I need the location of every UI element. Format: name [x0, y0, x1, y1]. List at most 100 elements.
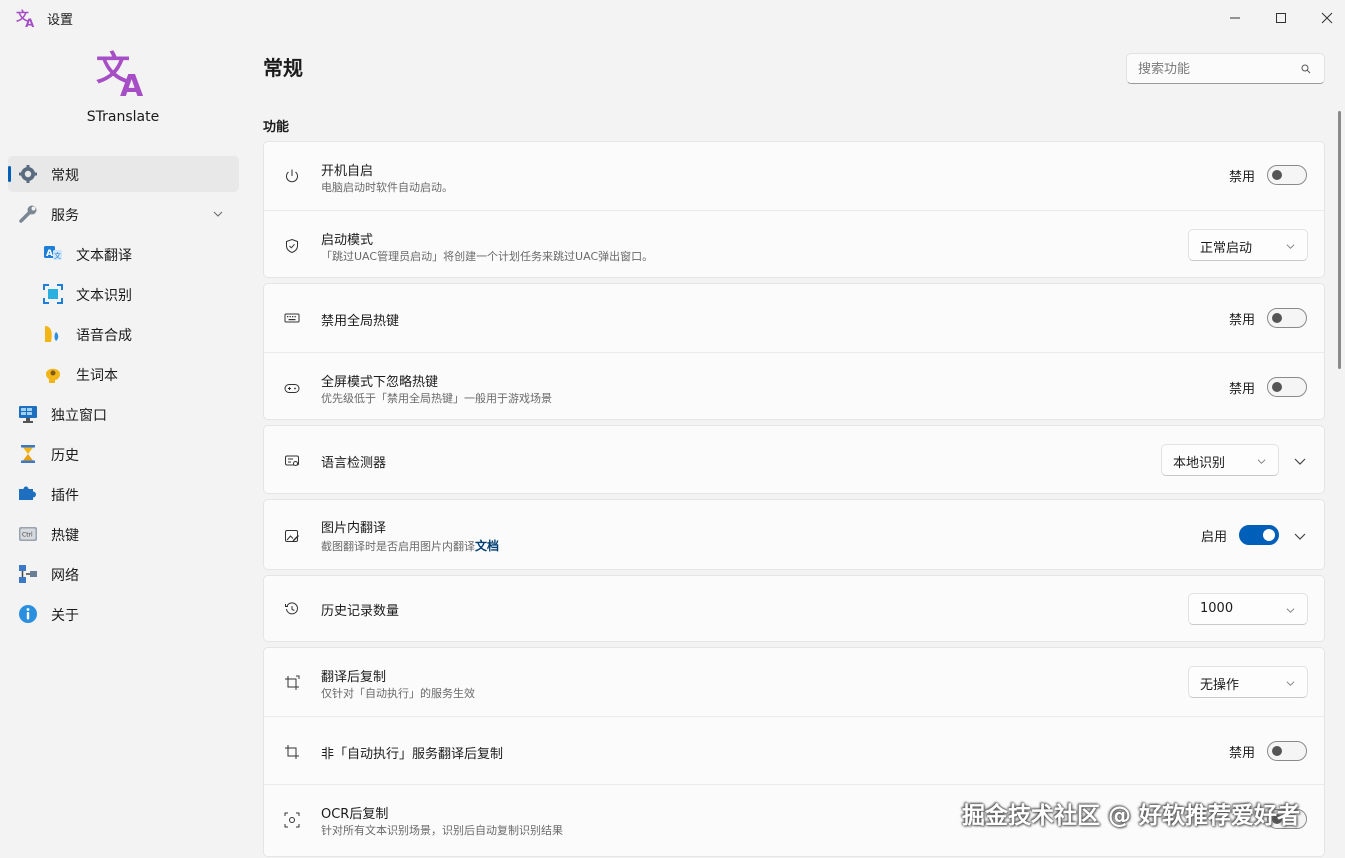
language-detect-icon — [285, 455, 299, 466]
sidebar-item-network[interactable]: 网络 — [8, 556, 239, 592]
sidebar-item-history[interactable]: 历史 — [8, 436, 239, 472]
setting-title: 禁用全局热键 — [321, 314, 400, 329]
setting-title: 语言检测器 — [321, 456, 387, 471]
minimize-icon — [1230, 17, 1240, 19]
shield-icon — [286, 238, 298, 254]
notebook-icon — [46, 368, 60, 383]
maximize-button[interactable] — [1258, 0, 1304, 36]
sidebar-item-label: 热键 — [51, 528, 79, 544]
chevron-down-icon — [1286, 681, 1295, 686]
keyboard-icon — [284, 313, 300, 323]
sidebar-item-tts[interactable]: 语音合成 — [8, 316, 239, 352]
autostart-toggle[interactable] — [1267, 165, 1307, 185]
settings-card-image-translate: 图片内翻译 截图翻译时是否启用图片内翻译文档 启用 — [263, 499, 1325, 570]
image-translate-toggle[interactable] — [1239, 525, 1279, 545]
sidebar-item-standalone-window[interactable]: 独立窗口 — [8, 396, 239, 432]
toggle-state-label: 启用 — [1200, 529, 1227, 545]
title-bar: 文 A 设置 — [0, 0, 1345, 36]
monitor-icon — [19, 406, 37, 423]
image-edit-icon — [285, 530, 300, 542]
sidebar-item-general[interactable]: 常规 — [8, 156, 239, 192]
sidebar-item-plugins[interactable]: 插件 — [8, 476, 239, 512]
setting-title: 启动模式 — [321, 233, 374, 248]
setting-row-copy-non-auto: 非「自动执行」服务翻译后复制 禁用 — [264, 716, 1324, 784]
settings-card-startup: 开机自启 电脑启动时软件自动启动。 禁用 启动模式 「跳过UAC管理员启动」将创… — [263, 141, 1325, 278]
sidebar-item-services[interactable]: 服务 — [8, 196, 239, 232]
sidebar-item-label: 常规 — [51, 168, 79, 184]
sidebar-item-label: 关于 — [51, 608, 79, 624]
search-icon[interactable] — [1301, 64, 1311, 74]
toggle-state-label: 禁用 — [1228, 169, 1255, 185]
scrollbar-thumb[interactable] — [1338, 111, 1341, 369]
wrench-icon — [19, 205, 37, 223]
search-box[interactable] — [1126, 53, 1325, 84]
dropdown-value: 1000 — [1200, 601, 1234, 616]
watermark: 掘金技术社区 @ 好软推荐爱好者 — [962, 803, 1301, 829]
toggle-state-label: 禁用 — [1228, 745, 1255, 761]
hourglass-icon — [21, 445, 35, 463]
setting-desc: 优先级低于「禁用全局热键」一般用于游戏场景 — [321, 392, 552, 405]
sidebar-item-hotkeys[interactable]: Ctrl 热键 — [8, 516, 239, 552]
setting-desc: 截图翻译时是否启用图片内翻译文档 — [321, 537, 499, 554]
toggle-state-label: 禁用 — [1228, 312, 1255, 328]
dropdown-value: 无操作 — [1200, 678, 1240, 693]
brand-name: STranslate — [86, 109, 160, 125]
svg-text:A: A — [46, 249, 53, 259]
chevron-down-icon — [1286, 244, 1295, 249]
setting-desc: 针对所有文本识别场景，识别后自动复制识别结果 — [321, 824, 563, 837]
fullscreen-ignore-toggle[interactable] — [1267, 377, 1307, 397]
setting-title: 非「自动执行」服务翻译后复制 — [321, 747, 504, 762]
setting-desc-text: 截图翻译时是否启用图片内翻译 — [321, 540, 475, 553]
sidebar-item-label: 文本识别 — [76, 288, 132, 304]
sidebar-item-wordbook[interactable]: 生词本 — [8, 356, 239, 392]
toggle-knob — [1272, 746, 1282, 756]
disable-hotkeys-toggle[interactable] — [1267, 308, 1307, 328]
setting-row-disable-hotkeys: 禁用全局热键 禁用 — [264, 284, 1324, 352]
section-label: 功能 — [263, 120, 290, 135]
setting-title: OCR后复制 — [321, 807, 389, 822]
fullscreen-ignore-toggle-group: 禁用 — [1229, 377, 1307, 397]
setting-title: 全屏模式下忽略热键 — [321, 375, 439, 390]
search-input[interactable] — [1136, 60, 1296, 78]
sidebar-item-text-ocr[interactable]: 文本识别 — [8, 276, 239, 312]
toggle-knob — [1272, 382, 1282, 392]
chevron-down-icon — [1257, 459, 1266, 464]
setting-desc: 仅针对「自动执行」的服务生效 — [321, 687, 475, 700]
copy-after-dropdown[interactable]: 无操作 — [1188, 666, 1308, 698]
window-title: 设置 — [47, 13, 74, 28]
translate-icon: A 文 — [44, 246, 62, 260]
gear-icon — [19, 165, 37, 183]
chevron-down-icon — [213, 211, 223, 217]
setting-title: 开机自启 — [321, 164, 374, 179]
setting-row-history-count: 历史记录数量 1000 — [264, 576, 1324, 643]
plugin-icon — [19, 486, 36, 500]
power-icon — [286, 169, 298, 183]
setting-row-image-translate: 图片内翻译 截图翻译时是否启用图片内翻译文档 启用 — [264, 500, 1324, 571]
close-button[interactable] — [1304, 0, 1345, 36]
start-mode-dropdown[interactable]: 正常启动 — [1188, 229, 1308, 261]
minimize-button[interactable] — [1212, 0, 1258, 36]
lang-detector-dropdown[interactable]: 本地识别 — [1161, 444, 1279, 476]
ocr-copy-icon — [284, 812, 300, 828]
docs-link[interactable]: 文档 — [475, 539, 499, 553]
copy-non-auto-toggle[interactable] — [1267, 741, 1307, 761]
svg-text:Ctrl: Ctrl — [22, 532, 33, 539]
sidebar-item-text-translate[interactable]: A 文 文本翻译 — [8, 236, 239, 272]
setting-title: 翻译后复制 — [321, 670, 387, 685]
speech-icon — [45, 326, 59, 342]
setting-title: 图片内翻译 — [321, 521, 387, 536]
toggle-knob — [1263, 529, 1275, 541]
expand-chevron-icon[interactable] — [1294, 530, 1306, 542]
settings-card-hotkeys: 禁用全局热键 禁用 全屏模式下忽略热键 优先级低于「禁用全局热键」一般用于游戏场… — [263, 283, 1325, 420]
ocr-icon — [43, 284, 63, 304]
setting-row-lang-detector: 语言检测器 本地识别 — [264, 426, 1324, 495]
sidebar-item-label: 服务 — [51, 208, 79, 224]
brand-logo-icon: 文 A — [96, 49, 144, 98]
app-logo-icon: 文 A — [16, 9, 35, 28]
sidebar-item-about[interactable]: 关于 — [8, 596, 239, 632]
expand-chevron-icon[interactable] — [1294, 455, 1306, 467]
autostart-toggle-group: 禁用 — [1229, 165, 1307, 185]
sidebar-item-label: 网络 — [51, 568, 79, 584]
sidebar-item-label: 独立窗口 — [51, 408, 107, 424]
history-count-dropdown[interactable]: 1000 — [1188, 593, 1308, 625]
